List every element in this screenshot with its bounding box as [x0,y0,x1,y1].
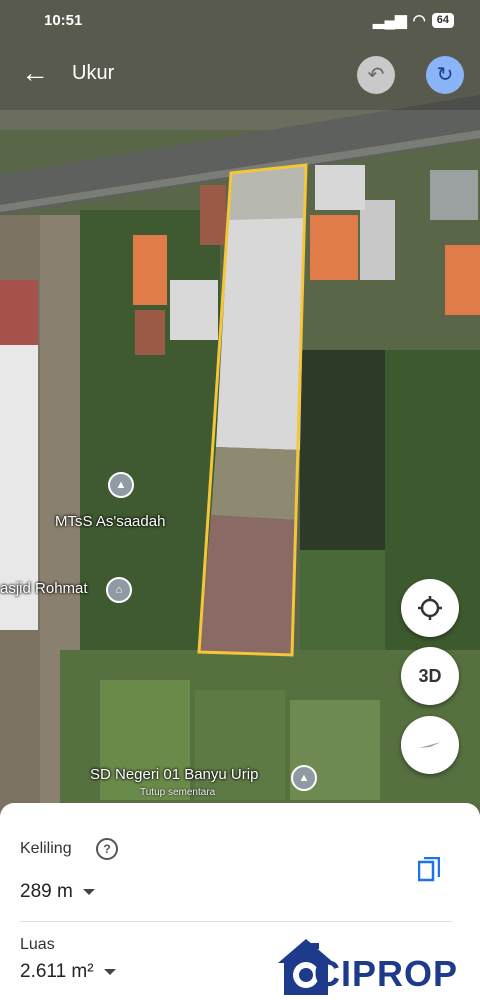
undo-button[interactable]: ↶ [357,56,395,94]
area-value-dropdown[interactable]: 2.611 m² [20,961,116,983]
perimeter-label: Keliling [20,840,72,857]
signal-icon: ▂▄▆ [372,12,407,29]
wifi-icon: ◠ [412,12,426,29]
divider [20,921,452,922]
mosque-pin-icon[interactable]: ⌂ [106,577,132,603]
help-icon[interactable]: ? [96,838,118,860]
status-bar: 10:51 ▂▄▆ ◠ 64 [0,0,480,40]
chevron-down-icon [103,968,116,975]
compass-button[interactable] [401,716,459,774]
copy-icon[interactable] [418,857,440,883]
map-label-mosque[interactable]: asjid Rohmat [0,580,88,597]
rust-roof [199,515,296,655]
compass-icon [419,742,441,748]
clock: 10:51 [44,12,83,29]
my-location-button[interactable] [401,579,459,637]
map-label-school[interactable]: MTsS As'saadah [55,513,165,530]
location-target-icon [418,596,442,620]
map-label-status: Tutup sementara [140,787,216,798]
redo-button[interactable]: ↻ [426,56,464,94]
school-pin-icon[interactable]: ▲ [108,472,134,498]
logo-text: CIPROP [314,953,459,994]
undo-icon: ↶ [367,64,385,86]
3d-view-button[interactable]: 3D [401,647,459,705]
perimeter-value: 289 m [20,881,73,902]
perimeter-value-dropdown[interactable]: 289 m [20,881,95,903]
top-bar: ← Ukur ↶ ↻ [0,45,480,105]
redo-icon: ↻ [436,64,454,86]
back-arrow-icon[interactable]: ← [18,57,52,91]
battery-icon: 64 [431,12,454,28]
page-title: Ukur [72,62,115,84]
map-label-school-2[interactable]: SD Negeri 01 Banyu Urip [90,766,258,783]
chevron-down-icon [82,888,95,895]
ociprop-logo: CIPROP [276,935,476,997]
area-label: Luas [20,936,55,953]
school-pin-2-icon[interactable]: ▲ [291,765,317,791]
area-value: 2.611 m² [20,961,94,982]
